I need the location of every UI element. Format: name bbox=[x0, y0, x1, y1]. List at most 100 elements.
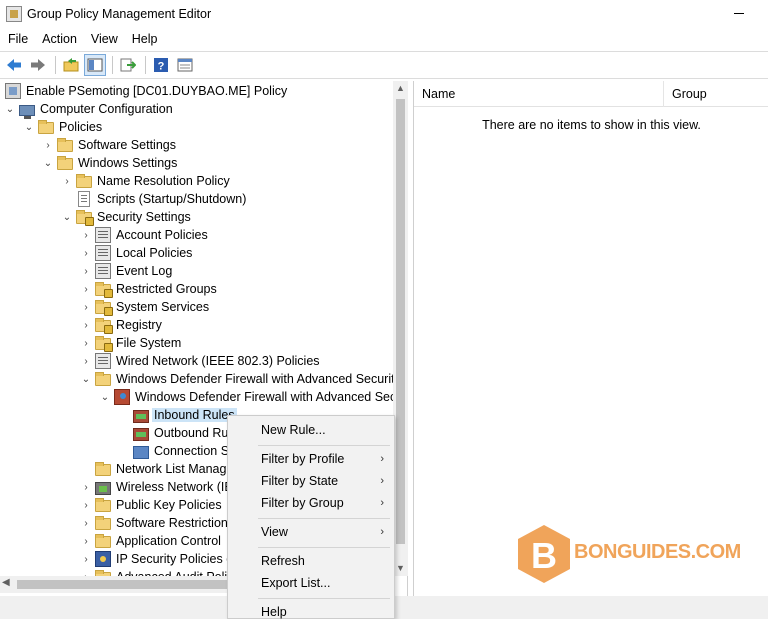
chevron-down-icon[interactable]: ⌄ bbox=[80, 373, 92, 385]
tree-item-label: Computer Configuration bbox=[40, 102, 173, 116]
tree-item-account-policies[interactable]: › Account Policies bbox=[80, 226, 210, 244]
tree-item-label: File System bbox=[116, 336, 182, 350]
tree-item-software-settings[interactable]: › Software Settings bbox=[42, 136, 178, 154]
scroll-left-icon[interactable]: ◀ bbox=[2, 577, 10, 588]
tree-item-local-policies[interactable]: › Local Policies bbox=[80, 244, 194, 262]
scrollbar-thumb[interactable] bbox=[396, 99, 405, 544]
tree-item-policies[interactable]: ⌄ Policies bbox=[23, 118, 104, 136]
tree-item-restricted-groups[interactable]: › Restricted Groups bbox=[80, 280, 219, 298]
menu-action[interactable]: Action bbox=[35, 28, 84, 50]
up-folder-icon[interactable] bbox=[60, 54, 82, 76]
security-icon bbox=[76, 210, 94, 226]
menu-help[interactable]: Help bbox=[125, 28, 165, 50]
menu-item-view[interactable]: View › bbox=[228, 521, 394, 543]
menu-item-help[interactable]: Help bbox=[228, 601, 394, 619]
back-arrow-icon[interactable] bbox=[3, 54, 25, 76]
chevron-right-icon[interactable]: › bbox=[61, 175, 73, 187]
menu-view[interactable]: View bbox=[84, 28, 125, 50]
show-hide-tree-icon[interactable] bbox=[84, 54, 106, 76]
chevron-right-icon[interactable]: › bbox=[80, 481, 92, 493]
chevron-right-icon[interactable]: › bbox=[80, 535, 92, 547]
chevron-right-icon[interactable]: › bbox=[42, 139, 54, 151]
tree-item-defender-firewall-node[interactable]: ⌄ Windows Defender Firewall with Advance… bbox=[99, 388, 405, 406]
menu-item-new-rule[interactable]: New Rule... bbox=[228, 419, 394, 441]
menu-item-filter-by-state[interactable]: Filter by State › bbox=[228, 470, 394, 492]
policy-icon bbox=[95, 245, 111, 261]
tree-item-connection-security[interactable]: Connection S bbox=[130, 442, 231, 460]
chevron-down-icon[interactable]: ⌄ bbox=[23, 121, 35, 133]
chevron-right-icon[interactable]: › bbox=[80, 355, 92, 367]
chevron-right-icon[interactable]: › bbox=[80, 499, 92, 511]
forward-arrow-icon[interactable] bbox=[27, 54, 49, 76]
menu-file[interactable]: File bbox=[0, 28, 35, 50]
scroll-down-icon[interactable]: ▼ bbox=[393, 561, 408, 576]
tree-item-wireless-network[interactable]: › Wireless Network (IE bbox=[80, 478, 235, 496]
properties-icon[interactable] bbox=[174, 54, 196, 76]
tree-item-network-list-manager[interactable]: Network List Manag bbox=[92, 460, 228, 478]
menu-separator bbox=[258, 547, 390, 548]
chevron-right-icon[interactable]: › bbox=[80, 517, 92, 529]
chevron-right-icon[interactable]: › bbox=[80, 553, 92, 565]
chevron-down-icon[interactable]: ⌄ bbox=[99, 391, 111, 403]
chevron-right-icon[interactable]: › bbox=[80, 247, 92, 259]
tree-item-label: Software Restriction bbox=[116, 516, 228, 530]
tree-item-public-key-policies[interactable]: › Public Key Policies bbox=[80, 496, 224, 514]
tree-item-wired-network[interactable]: › Wired Network (IEEE 802.3) Policies bbox=[80, 352, 322, 370]
tree-item-label: Public Key Policies bbox=[116, 498, 222, 512]
chevron-right-icon[interactable]: › bbox=[80, 229, 92, 241]
chevron-right-icon[interactable]: › bbox=[80, 337, 92, 349]
folder-icon bbox=[57, 156, 73, 170]
tree-item-scripts[interactable]: Scripts (Startup/Shutdown) bbox=[73, 190, 248, 208]
tree-item-event-log[interactable]: › Event Log bbox=[80, 262, 174, 280]
folder-icon bbox=[76, 174, 92, 188]
chevron-down-icon[interactable]: ⌄ bbox=[42, 157, 54, 169]
tree-item-registry[interactable]: › Registry bbox=[80, 316, 164, 334]
menu-item-label: View bbox=[261, 525, 288, 539]
submenu-arrow-icon: › bbox=[380, 453, 384, 465]
menu-item-filter-by-profile[interactable]: Filter by Profile › bbox=[228, 448, 394, 470]
tree-item-software-restriction[interactable]: › Software Restriction bbox=[80, 514, 230, 532]
chevron-right-icon[interactable]: › bbox=[80, 319, 92, 331]
menu-item-refresh[interactable]: Refresh bbox=[228, 550, 394, 572]
tree-item-security-settings[interactable]: ⌄ Security Settings bbox=[61, 208, 193, 226]
tree-item-inbound-rules[interactable]: Inbound Rules bbox=[130, 406, 237, 424]
chevron-right-icon[interactable]: › bbox=[80, 301, 92, 313]
tree-item-application-control[interactable]: › Application Control bbox=[80, 532, 223, 550]
tree-item-label: Scripts (Startup/Shutdown) bbox=[97, 192, 247, 206]
chevron-right-icon[interactable]: › bbox=[80, 283, 92, 295]
tree-item-windows-settings[interactable]: ⌄ Windows Settings bbox=[42, 154, 179, 172]
menu-item-label: Filter by Group bbox=[261, 496, 344, 510]
scroll-up-icon[interactable]: ▲ bbox=[393, 81, 408, 96]
menu-item-filter-by-group[interactable]: Filter by Group › bbox=[228, 492, 394, 514]
tree-item-computer-configuration[interactable]: ⌄ Computer Configuration bbox=[4, 100, 175, 119]
tree-item-defender-firewall[interactable]: ⌄ Windows Defender Firewall with Advance… bbox=[80, 370, 403, 388]
tree-item-label: Account Policies bbox=[116, 228, 208, 242]
menu-item-export-list[interactable]: Export List... bbox=[228, 572, 394, 594]
menu-item-label: Help bbox=[261, 605, 287, 619]
tree-vertical-scrollbar[interactable]: ▲ ▼ bbox=[393, 81, 408, 576]
computer-icon bbox=[19, 104, 35, 119]
export-list-icon[interactable] bbox=[117, 54, 139, 76]
tree-item-name-resolution-policy[interactable]: › Name Resolution Policy bbox=[61, 172, 232, 190]
submenu-arrow-icon: › bbox=[380, 526, 384, 538]
chevron-down-icon[interactable]: ⌄ bbox=[61, 211, 73, 223]
tree-item-policy-root[interactable]: Enable PSemoting [DC01.DUYBAO.ME] Policy bbox=[2, 82, 289, 100]
tree-item-file-system[interactable]: › File System bbox=[80, 334, 183, 352]
tree-item-label: Wired Network (IEEE 802.3) Policies bbox=[116, 354, 320, 368]
network-icon bbox=[95, 353, 111, 369]
tree-item-outbound-rules[interactable]: Outbound Ru bbox=[130, 424, 230, 442]
tree-item-system-services[interactable]: › System Services bbox=[80, 298, 211, 316]
help-icon[interactable]: ? bbox=[150, 54, 172, 76]
tree-item-label: Security Settings bbox=[97, 210, 191, 224]
column-header-group[interactable]: Group bbox=[664, 81, 768, 107]
chevron-down-icon[interactable]: ⌄ bbox=[4, 103, 16, 115]
chevron-right-icon[interactable]: › bbox=[80, 265, 92, 277]
tree-item-label: IP Security Policies o bbox=[116, 552, 234, 566]
column-header-name[interactable]: Name bbox=[414, 81, 664, 107]
tree-item-ip-security-policies[interactable]: › IP Security Policies o bbox=[80, 550, 235, 568]
toolbar-separator bbox=[55, 56, 56, 74]
document-icon bbox=[78, 191, 90, 207]
minimize-button[interactable] bbox=[734, 13, 744, 14]
policy-icon bbox=[95, 227, 111, 243]
menu-separator bbox=[258, 598, 390, 599]
